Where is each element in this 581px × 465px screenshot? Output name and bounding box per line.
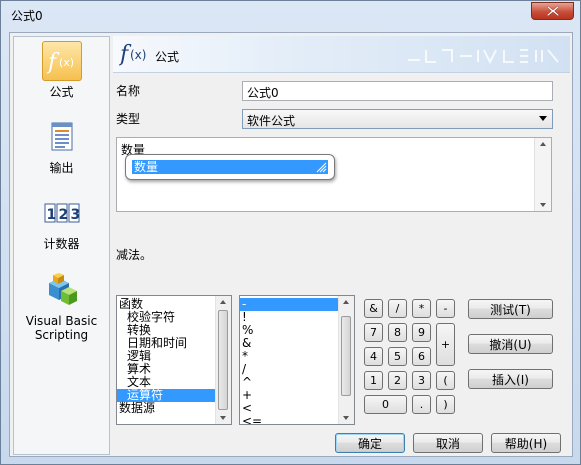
operator-list[interactable]: - ! % & * / ^ + < <= [239, 295, 355, 425]
nav-label-vb-scripting: Visual Basic Scripting [25, 314, 98, 342]
nav-item-counter[interactable]: 1 2 3 计数器 [14, 193, 109, 251]
list-item[interactable]: / [240, 363, 339, 376]
key-0[interactable]: 0 [364, 395, 407, 414]
nav-label-formula: 公式 [49, 85, 74, 99]
key-open-paren[interactable]: ( [436, 371, 455, 390]
key-divide[interactable]: / [388, 299, 407, 318]
insert-button[interactable]: 插入(I) [468, 369, 553, 389]
key-multiply[interactable]: * [412, 299, 431, 318]
key-6[interactable]: 6 [412, 347, 431, 366]
close-button[interactable] [531, 2, 574, 20]
type-select[interactable]: 软件公式 [242, 109, 553, 129]
svg-text:2: 2 [58, 207, 68, 223]
formula-editor[interactable]: 数量 数量 [116, 137, 552, 212]
header-title: 公式 [155, 50, 180, 64]
autocomplete-item[interactable]: 数量 [132, 160, 328, 174]
key-2[interactable]: 2 [388, 371, 407, 390]
ok-button[interactable]: 确定 [335, 433, 405, 453]
key-ampersand[interactable]: & [364, 299, 383, 318]
scroll-up-icon[interactable] [220, 300, 226, 304]
dialog-window: 公式0 f (x) 公式 输出 1 2 3 计数器 Visual Basic S… [0, 0, 581, 465]
svg-text:1: 1 [46, 207, 56, 223]
key-9[interactable]: 9 [412, 323, 431, 342]
list-item[interactable]: % [240, 324, 339, 337]
resize-grip-icon [316, 162, 327, 173]
list-item[interactable]: <= [240, 415, 339, 425]
key-8[interactable]: 8 [388, 323, 407, 342]
undo-button[interactable]: 撤消(U) [468, 334, 553, 354]
list-item[interactable]: 数据源 [117, 402, 216, 415]
help-button[interactable]: 帮助(H) [491, 433, 561, 453]
key-decimal[interactable]: . [412, 395, 431, 414]
key-plus[interactable]: + [436, 323, 455, 366]
key-7[interactable]: 7 [364, 323, 383, 342]
scroll-thumb[interactable] [218, 310, 228, 410]
scroll-up-icon[interactable] [540, 142, 546, 146]
type-label: 类型 [116, 112, 141, 126]
section-header: f (x) 公式 [113, 36, 570, 73]
name-field[interactable]: 公式0 [242, 81, 553, 101]
title-bar[interactable]: 公式0 [1, 1, 580, 28]
window-title: 公式0 [11, 9, 43, 23]
svg-text:f: f [46, 50, 60, 75]
nav-panel: f (x) 公式 输出 1 2 3 计数器 Visual Basic Scrip… [13, 36, 110, 455]
list-item[interactable]: ^ [240, 376, 339, 389]
key-5[interactable]: 5 [388, 347, 407, 366]
operator-scrollbar[interactable] [338, 296, 354, 424]
list-item[interactable]: * [240, 350, 339, 363]
list-item[interactable]: ! [240, 311, 339, 324]
vb-scripting-icon [42, 270, 82, 310]
list-item[interactable]: + [240, 389, 339, 402]
scroll-down-icon[interactable] [540, 203, 546, 207]
key-3[interactable]: 3 [412, 371, 431, 390]
fx-icon: f (x) [119, 42, 146, 67]
output-icon [42, 117, 82, 157]
dialog-client: f (x) 公式 输出 1 2 3 计数器 Visual Basic Scrip… [9, 32, 573, 457]
formula-icon: f (x) [41, 41, 82, 81]
header-decoration [408, 49, 559, 65]
category-list[interactable]: 函数 校验字符 转换 日期和时间 逻辑 算术 文本 运算符 数据源 [116, 295, 232, 425]
list-item-selected[interactable]: - [240, 298, 339, 311]
nav-label-output: 输出 [49, 161, 74, 175]
function-description: 减法。 [116, 248, 153, 262]
test-button[interactable]: 测试(T) [468, 299, 553, 319]
key-4[interactable]: 4 [364, 347, 383, 366]
svg-text:(x): (x) [130, 48, 146, 62]
nav-item-output[interactable]: 输出 [14, 117, 109, 175]
svg-text:3: 3 [70, 207, 80, 223]
type-select-value: 软件公式 [247, 114, 296, 128]
cancel-button[interactable]: 取消 [413, 433, 483, 453]
autocomplete-popup: 数量 [125, 154, 335, 180]
scroll-thumb[interactable] [341, 316, 351, 396]
nav-item-formula[interactable]: f (x) 公式 [14, 41, 109, 99]
formula-scrollbar[interactable] [534, 138, 551, 211]
key-close-paren[interactable]: ) [436, 395, 455, 414]
nav-label-counter: 计数器 [43, 237, 80, 251]
name-label: 名称 [116, 84, 141, 98]
scroll-up-icon[interactable] [343, 300, 349, 304]
category-scrollbar[interactable] [215, 296, 231, 424]
counter-icon: 1 2 3 [42, 193, 82, 233]
list-item[interactable]: & [240, 337, 339, 350]
nav-item-vb-scripting[interactable]: Visual Basic Scripting [14, 270, 109, 342]
close-icon [546, 6, 559, 16]
scroll-down-icon[interactable] [343, 416, 349, 420]
key-1[interactable]: 1 [364, 371, 383, 390]
chevron-down-icon [539, 116, 547, 121]
svg-text:(x): (x) [59, 56, 74, 69]
scroll-down-icon[interactable] [220, 416, 226, 420]
key-minus[interactable]: - [436, 299, 455, 318]
